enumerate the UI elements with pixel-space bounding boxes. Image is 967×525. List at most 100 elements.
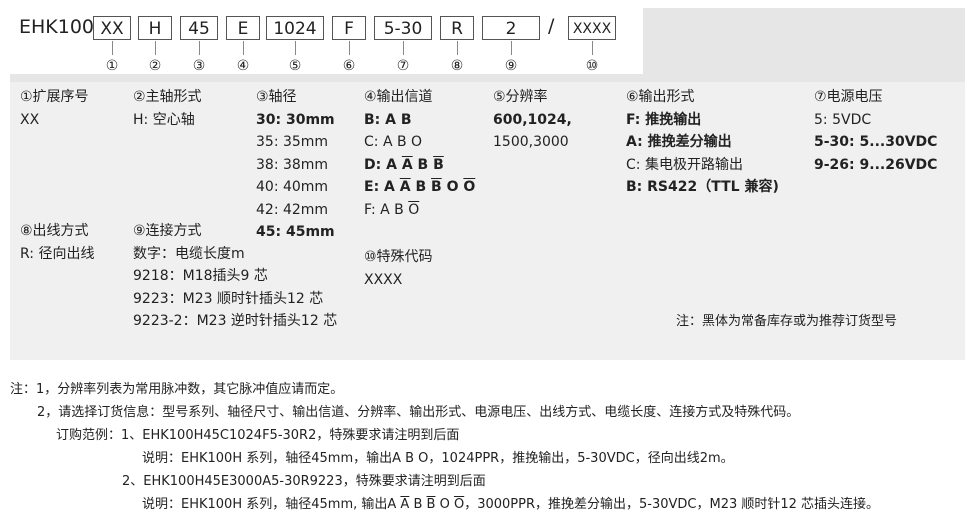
marker-5: ⑤ <box>288 58 302 74</box>
code-box-voltage: 5-30 <box>374 16 432 40</box>
output-option: B: RS422（TTL 兼容) <box>626 176 779 199</box>
section-title: ⑩特殊代码 <box>364 249 433 265</box>
option-code: F: <box>626 111 646 128</box>
option-value: 30mm <box>285 111 335 128</box>
section-channel: ④输出信道 B: A B C: A B O D: A A B B E: A A B B… <box>364 86 475 221</box>
signal-b: B <box>413 497 423 512</box>
order-example-1-desc: 说明：EHK100H 系列，轴径45mm，输出A B O，1024PPR，推挽输… <box>142 451 734 466</box>
marker-1: ① <box>105 58 119 74</box>
signal-list: A A B B O O <box>387 497 464 512</box>
note-1: 注：1，分辨率列表为常用脉冲数，其它脉冲值应请而定。 <box>10 382 344 397</box>
section-value: XX <box>20 111 40 128</box>
code-box-special: XXXX <box>568 16 616 40</box>
signal-a: A <box>386 156 397 173</box>
connection-option: 9223：M23 顺时针插头12 芯 <box>133 290 324 307</box>
signal-o: O <box>446 179 459 195</box>
signal-b: B <box>394 201 404 218</box>
resolution-bold: 600,1024, <box>493 111 572 128</box>
option-code: 30: <box>256 111 286 128</box>
option-code: 38: <box>256 156 283 173</box>
connection-option: 数字：电缆长度m <box>133 245 245 262</box>
section-title: ④输出信道 <box>364 89 433 105</box>
connector-line <box>243 41 244 55</box>
marker-10: ⑩ <box>585 58 599 74</box>
connector-line <box>403 41 404 55</box>
signal-b-bar: B <box>433 156 444 173</box>
marker-6: ⑥ <box>342 58 356 74</box>
option-code: 5-30: <box>814 134 860 150</box>
connector-line <box>511 41 512 55</box>
signal-a-bar: A <box>400 497 410 512</box>
voltage-options: 5: 5VDC 5-30: 5...30VDC 9-26: 9...26VDC <box>814 109 937 177</box>
signal-a: A <box>382 134 393 150</box>
channel-option: D: A A B B <box>364 154 475 177</box>
signal-a-bar: A <box>401 156 413 173</box>
channel-option: B: A B <box>364 109 475 132</box>
marker-3: ③ <box>192 58 206 74</box>
section-special: ⑩特殊代码 XXXX <box>364 246 433 291</box>
option-code: B: <box>364 111 386 128</box>
option-code: A: <box>626 134 648 150</box>
section-output: ⑥输出形式 F: 推挽输出 A: 推挽差分输出 C: 集电极开路输出 B: RS422… <box>626 86 779 199</box>
signal-a: A <box>384 179 395 195</box>
option-value: 5...30VDC <box>859 134 938 150</box>
order-example-2: 2、EHK100H45E3000A5-30R9223，特殊要求请注明到后面 <box>122 474 486 489</box>
signal-list: A A B B O O <box>387 497 464 512</box>
section-connection: ⑨连接方式 数字：电缆长度m 9218：M18插头9 芯 9223：M23 顺时针插… <box>133 220 337 333</box>
option-value: 推挽差分输出 <box>647 134 732 150</box>
signal-b: B <box>417 156 429 173</box>
note-2: 2，请选择订货信息：型号系列、轴径尺寸、输出信道、分辨率、输出形式、电源电压、出… <box>37 405 800 420</box>
section-value: H: 空心轴 <box>133 111 195 128</box>
code-box-resolution: 1024 <box>266 16 324 40</box>
option-value: RS422（TTL 兼容) <box>647 179 779 195</box>
marker-2: ② <box>148 58 162 74</box>
connector-line <box>295 41 296 55</box>
section-spindle: ②主轴形式 H: 空心轴 <box>133 86 202 131</box>
desc-prefix: 说明：EHK100H 系列，轴径45mm, 输出 <box>142 497 388 512</box>
option-code: D: <box>364 156 387 173</box>
option-code: C: <box>626 156 645 173</box>
signal-list: A A B B O O <box>384 179 475 195</box>
connector-line <box>199 41 200 55</box>
shaft-option: 40: 40mm <box>256 176 335 199</box>
option-value: 35mm <box>282 134 329 150</box>
output-option: A: 推挽差分输出 <box>626 131 779 154</box>
connector-line <box>112 41 113 55</box>
section-title: ⑦电源电压 <box>814 89 883 105</box>
section-voltage: ⑦电源电压 5: 5VDC 5-30: 5...30VDC 9-26: 9...26… <box>814 86 937 176</box>
code-box-channel: E <box>226 16 260 40</box>
option-value: 42mm <box>282 201 329 218</box>
option-code: 42: <box>256 201 283 218</box>
signal-o-bar: O <box>408 201 420 218</box>
marker-9: ⑨ <box>504 58 518 74</box>
voltage-option: 9-26: 9...26VDC <box>814 154 937 177</box>
option-code: E: <box>364 179 385 195</box>
channel-option: C: A B O <box>364 131 475 154</box>
connector-line <box>349 41 350 55</box>
desc-suffix: ，3000PPR，推挽差分输出，5-30VDC，M23 顺时针12 芯插头连接。 <box>464 497 880 512</box>
signal-list: A B O <box>383 134 422 150</box>
section-serial: ①扩展序号 XX <box>20 86 89 131</box>
section-title: ⑧出线方式 <box>20 223 89 239</box>
signal-b-bar: B <box>431 179 442 195</box>
option-code: 35: <box>256 134 283 150</box>
section-title: ②主轴形式 <box>133 89 202 105</box>
option-value: 40mm <box>282 179 329 195</box>
output-option: C: 集电极开路输出 <box>626 154 779 177</box>
stock-remark: 注：黑体为常备库存或为推荐订货型号 <box>676 314 898 329</box>
code-box-shaft: 45 <box>180 16 218 40</box>
signal-list: A A B B <box>386 157 444 173</box>
signal-b: B <box>415 179 427 195</box>
option-code: F: <box>364 201 381 218</box>
option-code: 9-26: <box>814 156 860 173</box>
signal-o-bar: O <box>453 497 465 512</box>
section-value: R: 径向出线 <box>20 245 95 262</box>
model-prefix: EHK100 <box>19 16 95 38</box>
output-options: F: 推挽输出 A: 推挽差分输出 C: 集电极开路输出 B: RS422（TTL 兼… <box>626 109 779 199</box>
shaft-option: 35: 35mm <box>256 131 335 154</box>
shaft-option: 38: 38mm <box>256 154 335 177</box>
resolution-normal: 1500,3000 <box>493 134 569 150</box>
shaft-option: 30: 30mm <box>256 109 335 132</box>
section-title: ①扩展序号 <box>20 89 89 105</box>
signal-a: A <box>380 201 390 218</box>
